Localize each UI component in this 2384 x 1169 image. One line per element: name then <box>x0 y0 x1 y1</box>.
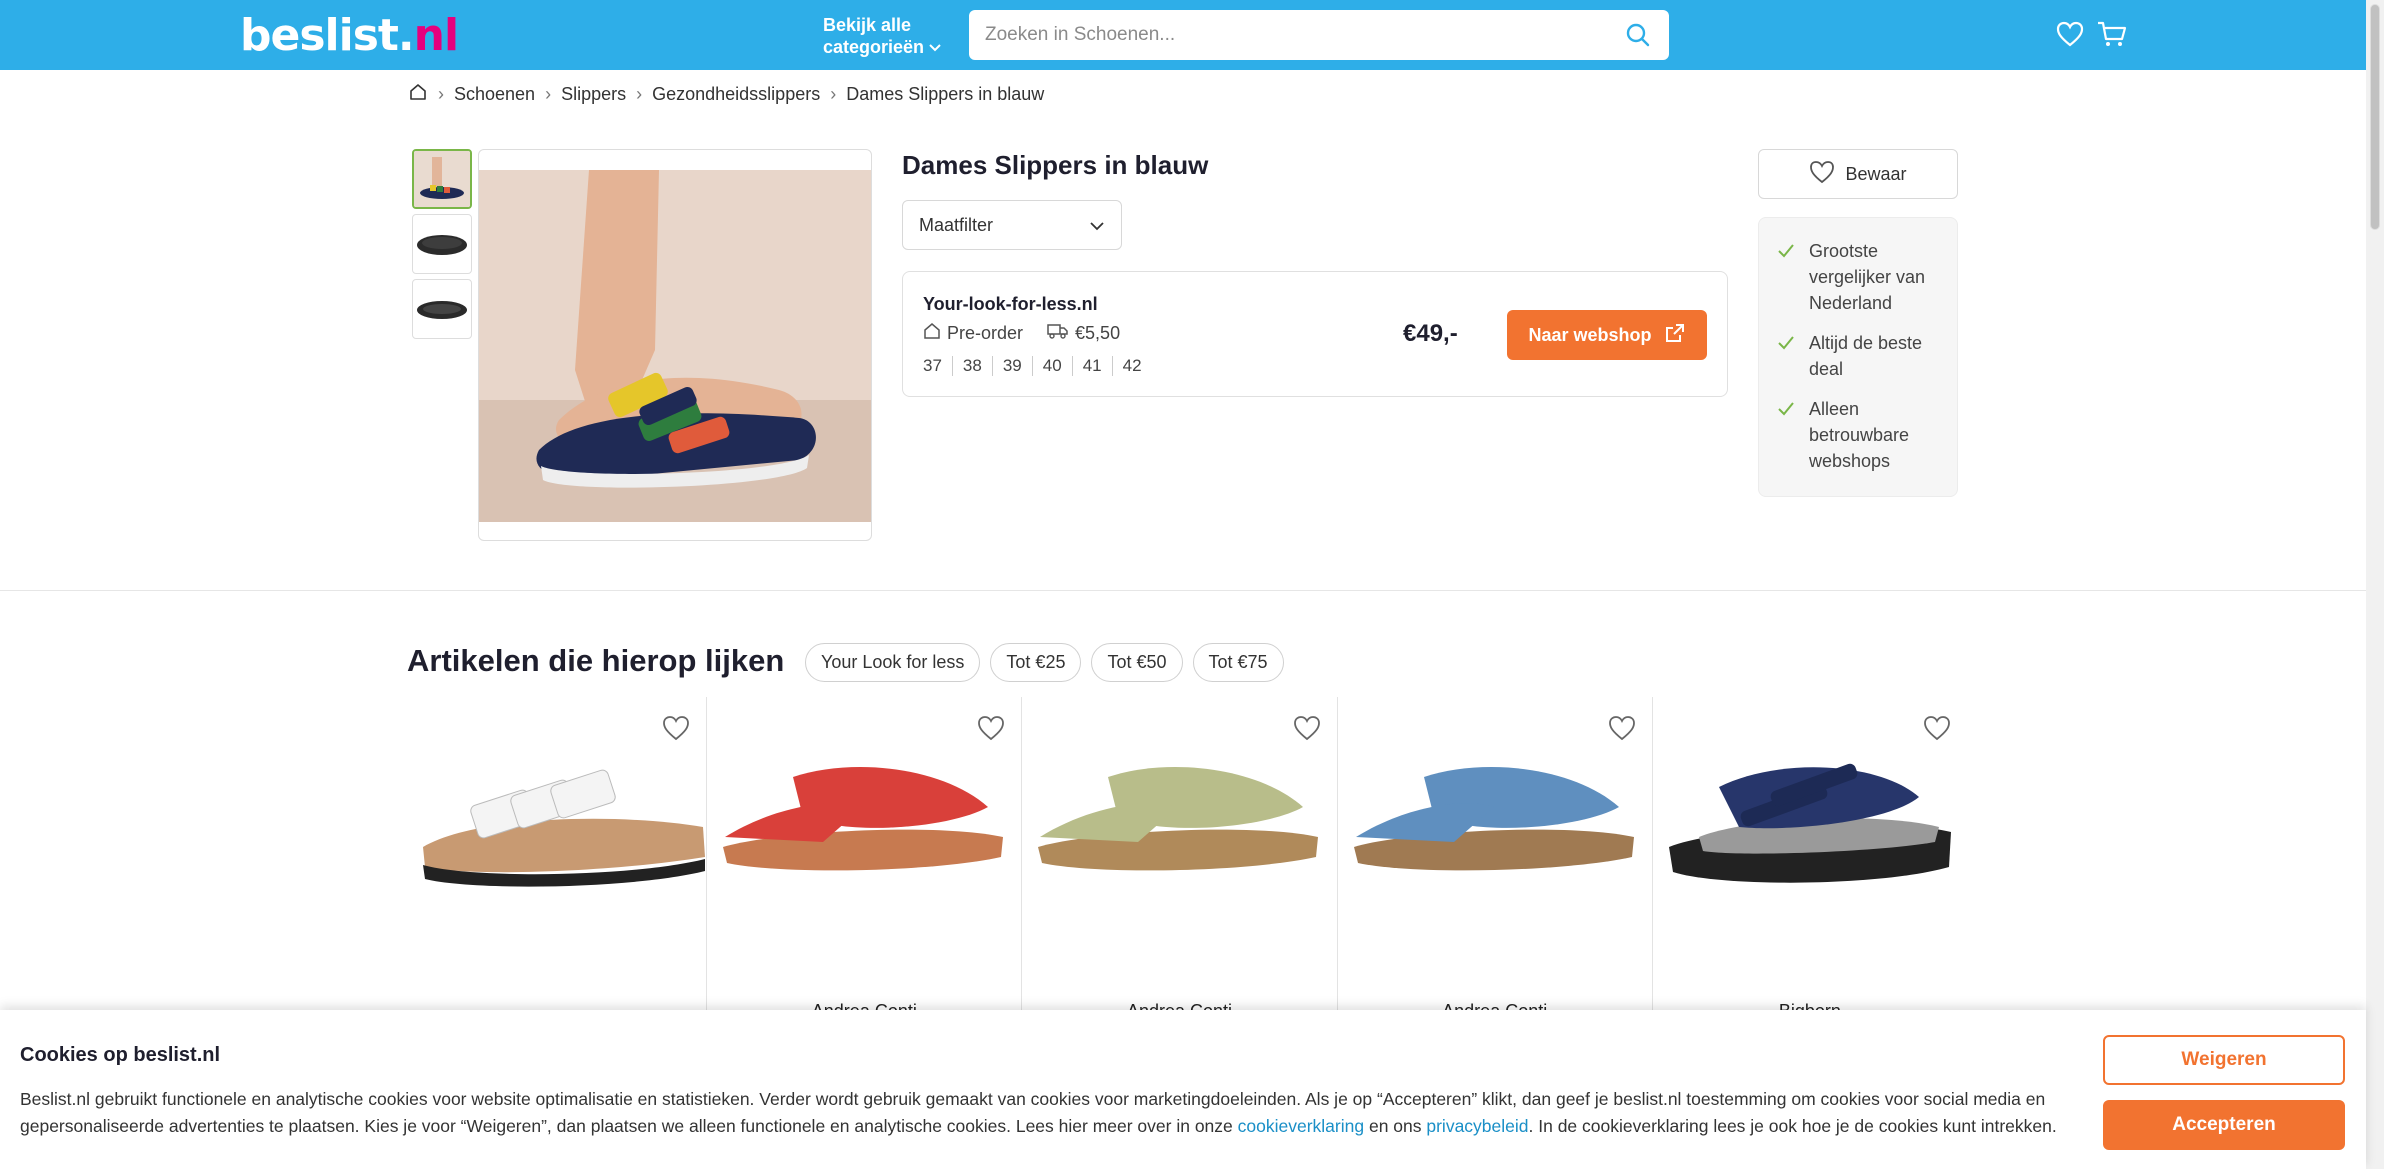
chevron-right-icon: › <box>636 84 643 104</box>
size-option: 39 <box>991 356 1032 376</box>
search-icon[interactable] <box>1625 22 1651 53</box>
cookie-text: Beslist.nl gebruikt functionele en analy… <box>20 1089 2057 1136</box>
size-option: 37 <box>923 356 942 375</box>
refuse-cookies-button[interactable]: Weigeren <box>2103 1035 2345 1085</box>
external-link-icon <box>1664 322 1686 349</box>
heart-icon[interactable] <box>662 715 690 746</box>
offer-meta: Pre-order €5,50 <box>923 322 1120 345</box>
product-image <box>723 767 1004 871</box>
home-icon <box>923 322 941 345</box>
accept-cookies-button[interactable]: Accepteren <box>2103 1100 2345 1150</box>
product-card[interactable]: Andrea Conti <box>1021 697 1336 1021</box>
offer-price: €49,- <box>1403 320 1458 347</box>
chip-tot-50[interactable]: Tot €50 <box>1091 643 1183 682</box>
cookie-title: Cookies op beslist.nl <box>20 1044 221 1066</box>
usp-item: Grootste vergelijker van Nederland <box>1777 238 1941 316</box>
product-card[interactable] <box>407 697 706 1017</box>
available-sizes: 37 38 39 40 41 42 <box>923 356 1152 376</box>
size-option: 41 <box>1071 356 1112 376</box>
beslist-logo[interactable]: beslist.nl <box>240 10 459 61</box>
similar-articles-title: Artikelen die hierop lijken <box>407 643 785 678</box>
chevron-right-icon: › <box>438 84 444 104</box>
chevron-down-icon <box>1089 215 1105 236</box>
product-image <box>1668 763 1951 883</box>
heart-icon[interactable] <box>1608 715 1636 746</box>
section-divider <box>0 590 2366 591</box>
size-option: 38 <box>951 356 992 376</box>
top-header: beslist.nl Bekijk alle categorieën <box>0 0 2366 70</box>
checkmark-icon <box>1777 332 1795 358</box>
similar-products-list: Andrea Conti Andrea Conti Andrea Conti B… <box>407 697 1967 1021</box>
cart-icon[interactable] <box>2096 20 2128 53</box>
breadcrumb: › Schoenen › Slippers › Gezondheidsslipp… <box>408 82 1044 107</box>
size-filter-dropdown[interactable]: Maatfilter <box>902 200 1122 250</box>
product-card[interactable]: Andrea Conti <box>1336 697 1652 1021</box>
scrollbar-thumb[interactable] <box>2370 4 2380 230</box>
product-title: Dames Slippers in blauw <box>902 150 1209 180</box>
size-option: 42 <box>1111 356 1152 376</box>
delivery-truck-icon <box>1047 323 1069 344</box>
breadcrumb-item-gezondheidsslippers[interactable]: Gezondheidsslippers <box>652 84 820 105</box>
chip-tot-75[interactable]: Tot €75 <box>1192 643 1284 682</box>
product-card[interactable]: Bigborn <box>1651 697 1967 1021</box>
chevron-down-icon <box>928 36 942 58</box>
breadcrumb-item-schoenen[interactable]: Schoenen <box>454 84 535 105</box>
go-to-webshop-button[interactable]: Naar webshop <box>1507 310 1707 360</box>
breadcrumb-item-current: Dames Slippers in blauw <box>846 84 1045 104</box>
privacy-policy-link[interactable]: privacybeleid <box>1426 1116 1528 1136</box>
page-scrollbar[interactable] <box>2366 0 2384 1169</box>
product-thumbnail-2[interactable] <box>412 214 472 274</box>
product-thumbnail-1[interactable] <box>412 149 472 209</box>
product-image <box>423 769 705 887</box>
product-thumbnail-3[interactable] <box>412 279 472 339</box>
chip-tot-25[interactable]: Tot €25 <box>990 643 1082 682</box>
checkmark-icon <box>1777 240 1795 266</box>
heart-icon[interactable] <box>1293 715 1321 746</box>
usp-item: Altijd de beste deal <box>1777 330 1941 382</box>
chevron-right-icon: › <box>545 84 552 104</box>
chip-your-look-for-less[interactable]: Your Look for less <box>805 643 981 682</box>
product-image <box>1353 767 1634 871</box>
all-categories-button[interactable]: Bekijk alle categorieën <box>823 14 942 58</box>
offer-card: Your-look-for-less.nl Pre-order €5,50 37… <box>902 271 1728 397</box>
checkmark-icon <box>1777 398 1795 424</box>
heart-icon[interactable] <box>1923 715 1951 746</box>
product-card[interactable]: Andrea Conti <box>706 697 1021 1021</box>
search-input[interactable] <box>985 10 1605 60</box>
search-bar <box>969 10 1669 60</box>
usp-item: Alleen betrouwbare webshops <box>1777 396 1941 474</box>
save-button[interactable]: Bewaar <box>1758 149 1958 199</box>
size-option: 40 <box>1031 356 1072 376</box>
shipping-cost: €5,50 <box>1075 323 1121 343</box>
chevron-right-icon: › <box>830 84 837 104</box>
cookie-banner: Cookies op beslist.nl Beslist.nl gebruik… <box>0 1010 2366 1169</box>
heart-icon[interactable] <box>977 715 1005 746</box>
wishlist-heart-icon[interactable] <box>2056 21 2084 52</box>
breadcrumb-item-slippers[interactable]: Slippers <box>561 84 626 105</box>
product-image <box>1038 767 1319 871</box>
similar-filter-chips: Your Look for less Tot €25 Tot €50 Tot €… <box>805 643 1284 682</box>
availability-text: Pre-order <box>947 323 1024 343</box>
usp-box: Grootste vergelijker van Nederland Altij… <box>1758 217 1958 497</box>
cookie-statement-link[interactable]: cookieverklaring <box>1238 1116 1364 1136</box>
shop-name[interactable]: Your-look-for-less.nl <box>923 294 1098 315</box>
home-icon[interactable] <box>408 82 428 107</box>
product-main-image[interactable] <box>478 149 872 541</box>
heart-icon <box>1809 160 1835 189</box>
